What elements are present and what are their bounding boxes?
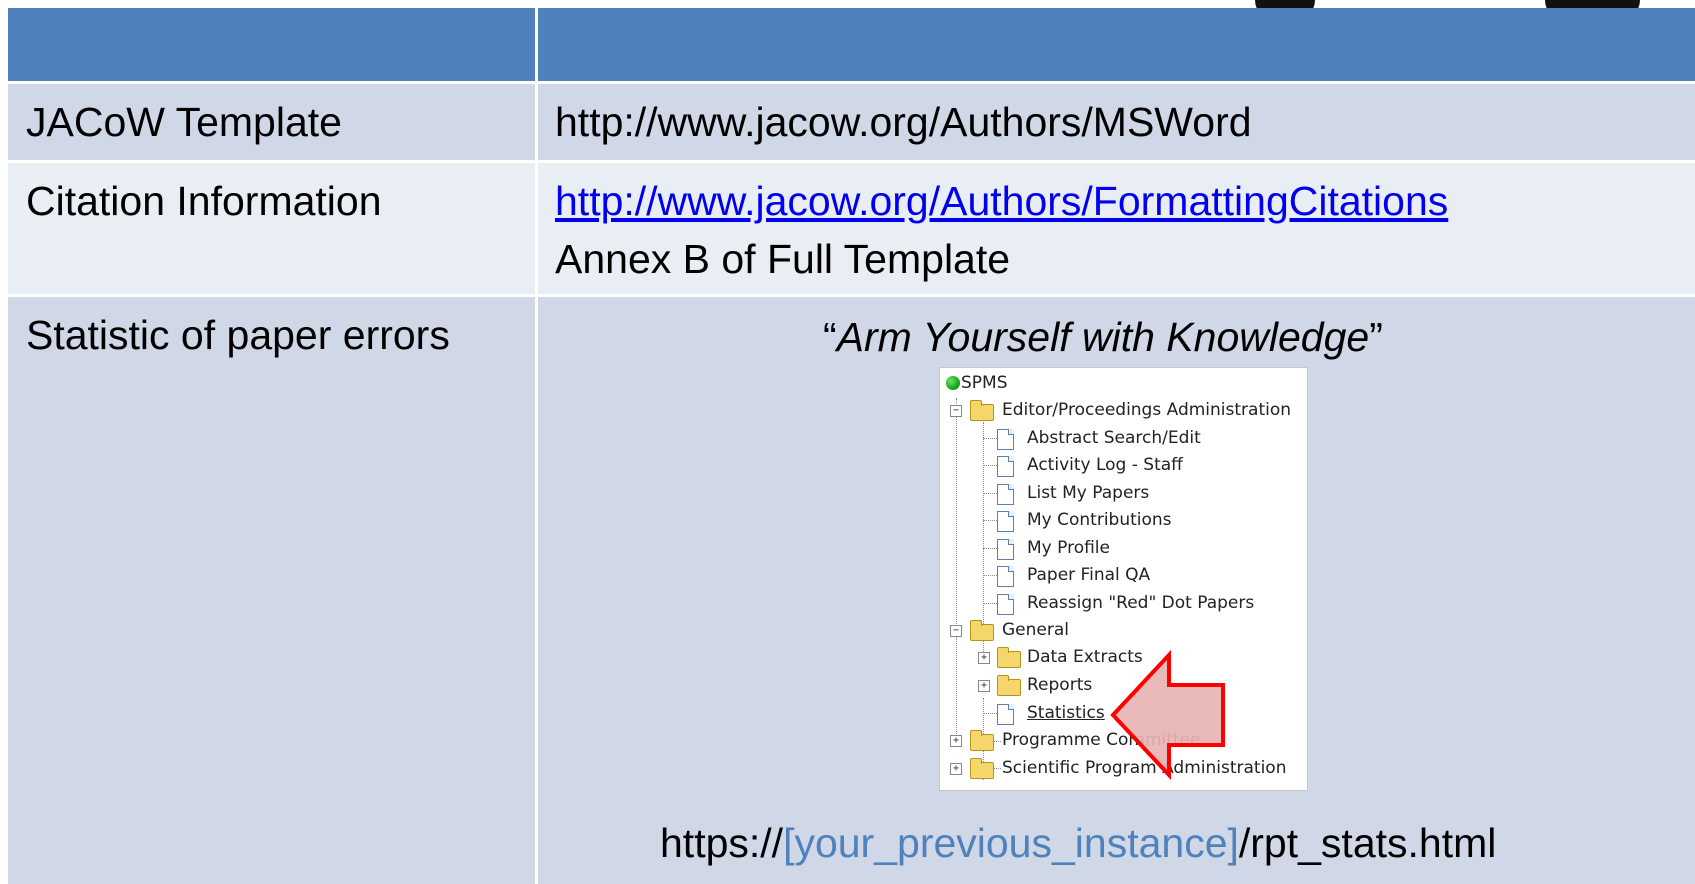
tree-item-label: My Profile <box>1027 538 1110 558</box>
expand-icon[interactable]: + <box>950 735 962 747</box>
document-icon <box>997 539 1014 560</box>
expand-icon[interactable]: + <box>978 652 990 664</box>
tree-item-label: Reports <box>1027 675 1093 695</box>
collapse-icon[interactable]: − <box>950 625 962 637</box>
folder-icon <box>997 647 1021 668</box>
document-icon <box>997 704 1014 725</box>
document-icon <box>997 429 1014 450</box>
row-label: Statistic of paper errors <box>26 312 450 358</box>
document-icon <box>997 566 1014 587</box>
tree-connector <box>983 422 984 658</box>
tree-item-label: Statistics <box>1027 703 1105 723</box>
status-green-dot-icon <box>946 376 960 390</box>
tree-item-label: Activity Log - Staff <box>1027 455 1183 475</box>
url-suffix: /rpt_stats.html <box>1238 820 1497 866</box>
folder-icon <box>970 730 994 751</box>
folder-icon <box>997 675 1021 696</box>
table-cell: http://www.jacow.org/Authors/FormattingC… <box>538 163 1695 294</box>
expand-icon[interactable]: + <box>950 763 962 775</box>
url-placeholder: [your_previous_instance] <box>783 820 1239 866</box>
tree-item-label: My Contributions <box>1027 510 1172 530</box>
document-icon <box>997 484 1014 505</box>
quote-text: Arm Yourself with Knowledge <box>836 314 1370 360</box>
table-header-cell <box>538 8 1695 81</box>
table-cell: http://www.jacow.org/Authors/MSWord <box>538 84 1695 160</box>
tree-root-label: SPMS <box>961 373 1008 393</box>
tree-item-label: Abstract Search/Edit <box>1027 428 1201 448</box>
template-url: http://www.jacow.org/Authors/MSWord <box>555 99 1252 145</box>
tree-item-label: Paper Final QA <box>1027 565 1151 585</box>
row-label: Citation Information <box>26 178 382 224</box>
document-icon <box>997 511 1014 532</box>
expand-icon[interactable]: + <box>978 680 990 692</box>
citation-link[interactable]: http://www.jacow.org/Authors/FormattingC… <box>555 177 1448 225</box>
url-prefix: https:// <box>660 820 784 866</box>
quote-close: ” <box>1369 314 1383 360</box>
tree-item-label: Reassign "Red" Dot Papers <box>1027 593 1255 613</box>
quote: “Arm Yourself with Knowledge” <box>823 313 1383 361</box>
collapse-icon[interactable]: − <box>950 405 962 417</box>
tree-connector <box>956 398 957 746</box>
folder-open-icon <box>970 620 994 641</box>
tree-item-label: List My Papers <box>1027 483 1150 503</box>
stats-url: https://[your_previous_instance]/rpt_sta… <box>660 819 1496 867</box>
folder-icon <box>970 758 994 779</box>
document-icon <box>997 594 1014 615</box>
red-arrow-icon <box>1110 650 1225 780</box>
quote-open: “ <box>823 314 837 360</box>
document-icon <box>997 456 1014 477</box>
row-label: JACoW Template <box>26 99 342 145</box>
table-header-cell <box>8 8 535 81</box>
tree-item-label: Editor/Proceedings Administration <box>1002 400 1292 420</box>
folder-open-icon <box>970 400 994 421</box>
annex-note: Annex B of Full Template <box>555 236 1011 282</box>
table-row: Statistic of paper errors <box>8 297 535 884</box>
tree-item-label: General <box>1002 620 1069 640</box>
table-row: JACoW Template <box>8 84 535 160</box>
table-row: Citation Information <box>8 163 535 294</box>
